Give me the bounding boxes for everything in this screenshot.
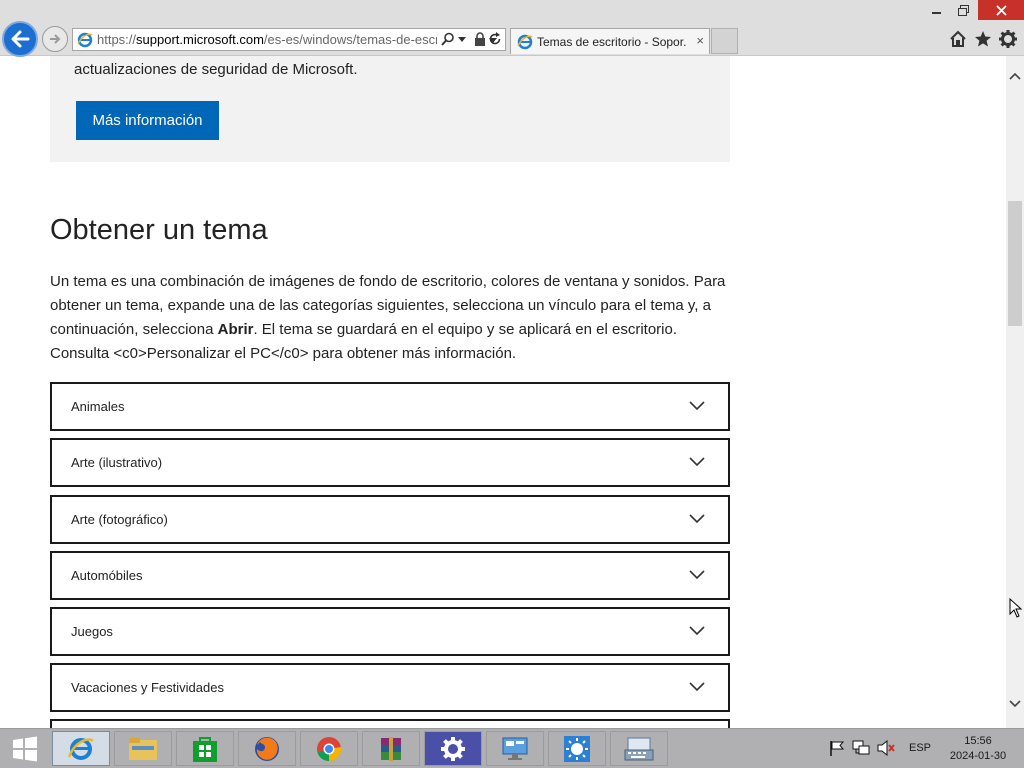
accordion-animales[interactable]: Animales bbox=[50, 382, 730, 431]
scroll-up-button[interactable] bbox=[1008, 68, 1022, 84]
firefox-icon bbox=[255, 736, 279, 761]
close-tab-icon[interactable]: × bbox=[696, 33, 704, 48]
accordion-automobiles[interactable]: Automóbiles bbox=[50, 551, 730, 600]
mouse-cursor-icon bbox=[1009, 598, 1023, 618]
gear-icon bbox=[441, 736, 465, 761]
clock[interactable]: 15:56 2024-01-30 bbox=[940, 734, 1016, 764]
volume-muted-icon[interactable] bbox=[877, 740, 895, 756]
tab-title: Temas de escritorio - Sopor... bbox=[537, 35, 687, 49]
open-label: Abrir bbox=[217, 321, 254, 338]
info-text: actualizaciones de seguridad de Microsof… bbox=[74, 61, 358, 78]
start-button[interactable] bbox=[0, 729, 50, 769]
taskbar-chrome[interactable] bbox=[300, 731, 358, 766]
chrome-icon bbox=[317, 736, 342, 761]
taskbar-store[interactable] bbox=[176, 731, 234, 766]
folder-icon bbox=[129, 737, 157, 760]
accordion-arte-ilustrativo[interactable]: Arte (ilustrativo) bbox=[50, 438, 730, 487]
scrollbar-thumb[interactable] bbox=[1008, 201, 1022, 326]
lock-icon[interactable] bbox=[474, 32, 486, 46]
network-icon[interactable] bbox=[852, 740, 870, 756]
vertical-scrollbar[interactable] bbox=[1006, 56, 1024, 728]
sun-icon bbox=[564, 735, 590, 762]
scroll-down-button[interactable] bbox=[1008, 696, 1022, 712]
restore-button[interactable] bbox=[948, 0, 978, 20]
accordion-partial[interactable] bbox=[50, 719, 730, 728]
close-window-button[interactable] bbox=[978, 0, 1024, 20]
chevron-down-icon bbox=[689, 682, 705, 692]
clock-time: 15:56 bbox=[964, 735, 992, 747]
accordion-juegos[interactable]: Juegos bbox=[50, 607, 730, 656]
accordion-arte-fotografico[interactable]: Arte (fotográfico) bbox=[50, 495, 730, 544]
accordion-vacaciones[interactable]: Vacaciones y Festividades bbox=[50, 663, 730, 712]
dropdown-arrow-icon[interactable] bbox=[458, 37, 466, 43]
refresh-icon[interactable] bbox=[488, 32, 502, 46]
tab-active[interactable]: Temas de escritorio - Sopor... × bbox=[510, 28, 710, 54]
chevron-down-icon bbox=[1009, 700, 1021, 708]
ie-logo-icon bbox=[77, 32, 93, 48]
forward-button[interactable] bbox=[42, 26, 68, 52]
clock-date: 2024-01-30 bbox=[949, 750, 1007, 762]
settings-button[interactable] bbox=[998, 29, 1018, 49]
page-content: actualizaciones de seguridad de Microsof… bbox=[0, 56, 1006, 728]
section-paragraph: Un tema es una combinación de imágenes d… bbox=[50, 273, 726, 362]
browser-toolbar: https://support.microsoft.com/es-es/wind… bbox=[0, 0, 1024, 57]
taskbar: ESP 15:56 2024-01-30 bbox=[0, 728, 1024, 768]
chevron-down-icon bbox=[689, 626, 705, 636]
chevron-up-icon bbox=[1009, 72, 1021, 80]
arrow-left-icon bbox=[11, 30, 30, 48]
taskbar-internet-explorer[interactable] bbox=[52, 731, 110, 766]
chevron-down-icon bbox=[689, 514, 705, 524]
star-icon bbox=[975, 31, 991, 47]
arrow-right-icon bbox=[50, 34, 61, 44]
action-center-flag-icon[interactable] bbox=[829, 740, 845, 756]
more-info-button[interactable]: Más información bbox=[76, 101, 219, 140]
taskbar-winrar[interactable] bbox=[362, 731, 420, 766]
info-box: actualizaciones de seguridad de Microsof… bbox=[50, 56, 730, 162]
search-icon[interactable] bbox=[441, 32, 455, 46]
monitor-icon bbox=[502, 737, 528, 760]
chevron-down-icon bbox=[689, 401, 705, 411]
section-heading: Obtener un tema bbox=[50, 214, 268, 246]
ie-logo-icon bbox=[517, 34, 533, 50]
taskbar-settings-app[interactable] bbox=[424, 731, 482, 766]
ie-logo-icon bbox=[67, 737, 94, 760]
taskbar-file-explorer[interactable] bbox=[114, 731, 172, 766]
address-bar[interactable]: https://support.microsoft.com/es-es/wind… bbox=[72, 28, 506, 51]
home-icon bbox=[950, 30, 966, 47]
taskbar-remote-desktop[interactable] bbox=[486, 731, 544, 766]
new-tab-button[interactable] bbox=[711, 28, 738, 54]
windows-logo-icon bbox=[13, 736, 37, 762]
taskbar-firefox[interactable] bbox=[238, 731, 296, 766]
language-indicator[interactable]: ESP bbox=[909, 742, 931, 754]
gear-icon bbox=[999, 30, 1017, 48]
taskbar-brightness-app[interactable] bbox=[548, 731, 606, 766]
winrar-icon bbox=[381, 736, 401, 761]
chevron-down-icon bbox=[689, 457, 705, 467]
chevron-down-icon bbox=[689, 570, 705, 580]
store-icon bbox=[193, 736, 217, 762]
taskbar-on-screen-keyboard[interactable] bbox=[610, 731, 668, 766]
back-button[interactable] bbox=[2, 21, 38, 57]
url-text[interactable]: https://support.microsoft.com/es-es/wind… bbox=[97, 32, 437, 47]
keyboard-icon bbox=[624, 737, 654, 760]
favorites-button[interactable] bbox=[973, 29, 993, 49]
home-button[interactable] bbox=[948, 29, 968, 49]
